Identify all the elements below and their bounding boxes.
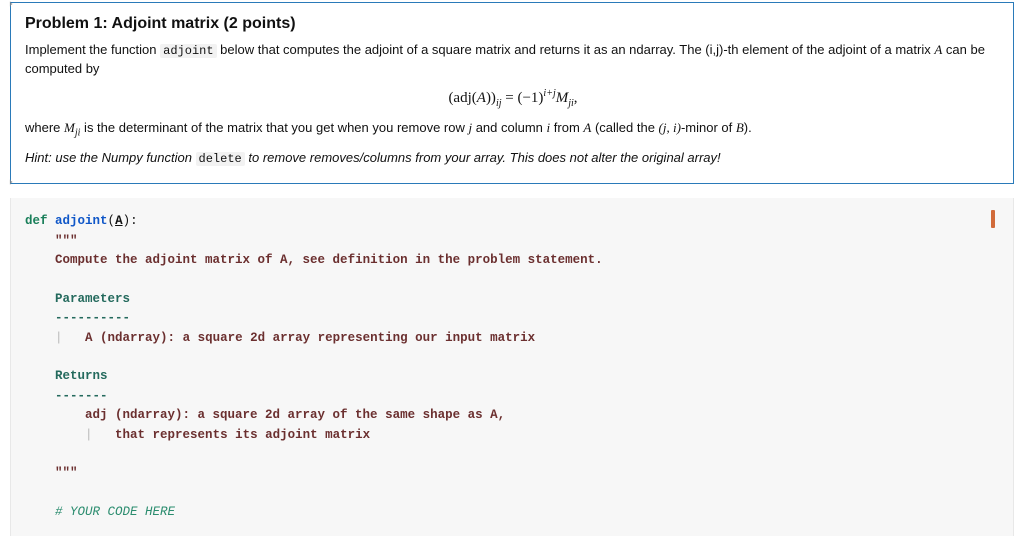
problem-paragraph-2: where Mji is the determinant of the matr… [25,119,1001,141]
code-editor[interactable]: def adjoint(A): """ Compute the adjoint … [25,212,999,522]
hint-paragraph: Hint: use the Numpy function delete to r… [25,149,1001,168]
problem-heading: Problem 1: Adjoint matrix (2 points) [25,15,1001,33]
inline-code-adjoint: adjoint [160,44,216,58]
execution-indicator [991,210,995,228]
code-cell[interactable]: def adjoint(A): """ Compute the adjoint … [10,198,1014,536]
problem-paragraph-1: Implement the function adjoint below tha… [25,41,1001,78]
markdown-body: Implement the function adjoint below tha… [25,41,1001,167]
collapser-icon[interactable] [9,0,15,9]
inline-code-delete: delete [196,152,245,166]
collapser-icon[interactable] [9,177,15,187]
equation-display: (adj(A))ij = (−1)i+jMji, [25,88,1001,109]
markdown-cell[interactable]: Problem 1: Adjoint matrix (2 points) Imp… [10,2,1014,184]
